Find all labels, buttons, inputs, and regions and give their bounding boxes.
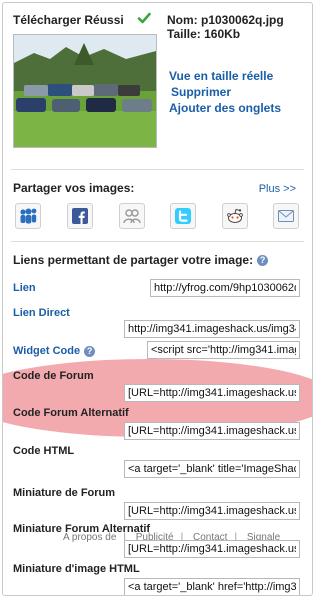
add-tabs-link[interactable]: Ajouter des onglets	[169, 101, 281, 115]
direct-link-label[interactable]: Lien Direct	[13, 307, 70, 319]
link-field[interactable]	[150, 279, 300, 297]
file-size: Taille: 160Kb	[167, 27, 241, 41]
view-full-size-link[interactable]: Vue en taille réelle	[169, 69, 273, 83]
twitter-icon	[175, 208, 191, 224]
alt-forum-thumbnail-label: Miniature Forum Alternatif	[13, 523, 151, 535]
upload-panel: Télécharger Réussi Nom: p1030062q.jpg Ta…	[2, 2, 313, 596]
forum-code-field[interactable]	[124, 384, 300, 402]
more-share-link[interactable]: Plus >>	[259, 183, 296, 195]
alt-forum-code-field[interactable]	[124, 422, 300, 440]
forum-code-label: Code de Forum	[13, 370, 94, 382]
help-icon[interactable]: ?	[257, 255, 269, 267]
share-links-title: Liens permettant de partager votre image…	[13, 253, 269, 267]
myspace-icon	[20, 208, 37, 224]
html-thumbnail-label: Miniature d'image HTML	[13, 563, 140, 575]
widget-code-label-text: Widget Code	[13, 345, 81, 357]
digg-icon	[123, 209, 141, 224]
html-code-label: Code HTML	[13, 445, 75, 457]
alt-forum-code-label: Code Forum Alternatif	[13, 407, 129, 419]
myspace-share-button[interactable]	[15, 203, 41, 229]
reddit-share-button[interactable]	[222, 203, 248, 229]
link-label[interactable]: Lien	[13, 282, 36, 294]
help-icon[interactable]: ?	[84, 345, 96, 357]
forum-thumbnail-field[interactable]	[124, 502, 300, 520]
digg-share-button[interactable]	[119, 203, 145, 229]
widget-code-label[interactable]: Widget Code?	[13, 345, 96, 357]
html-thumbnail-field[interactable]	[124, 578, 300, 595]
direct-link-field[interactable]	[124, 320, 300, 338]
share-section-title: Partager vos images:	[13, 181, 135, 195]
facebook-icon	[72, 208, 88, 224]
image-thumbnail[interactable]	[13, 34, 157, 148]
alt-forum-thumbnail-field[interactable]	[124, 540, 300, 558]
share-links-title-text: Liens permettant de partager votre image…	[13, 253, 254, 267]
file-name: Nom: p1030062q.jpg	[167, 13, 284, 27]
email-icon	[278, 210, 294, 222]
email-share-button[interactable]	[273, 203, 299, 229]
delete-link[interactable]: Supprimer	[171, 85, 231, 99]
html-code-field[interactable]	[124, 460, 300, 478]
widget-code-field[interactable]	[147, 341, 300, 359]
reddit-icon	[227, 208, 243, 223]
twitter-share-button[interactable]	[170, 203, 196, 229]
checkmark-icon	[137, 12, 151, 24]
divider	[11, 169, 304, 170]
upload-status-title: Télécharger Réussi	[13, 13, 124, 27]
divider	[11, 241, 304, 242]
facebook-share-button[interactable]	[67, 203, 93, 229]
thumbnail-photo	[14, 35, 156, 147]
forum-thumbnail-label: Miniature de Forum	[13, 487, 116, 499]
